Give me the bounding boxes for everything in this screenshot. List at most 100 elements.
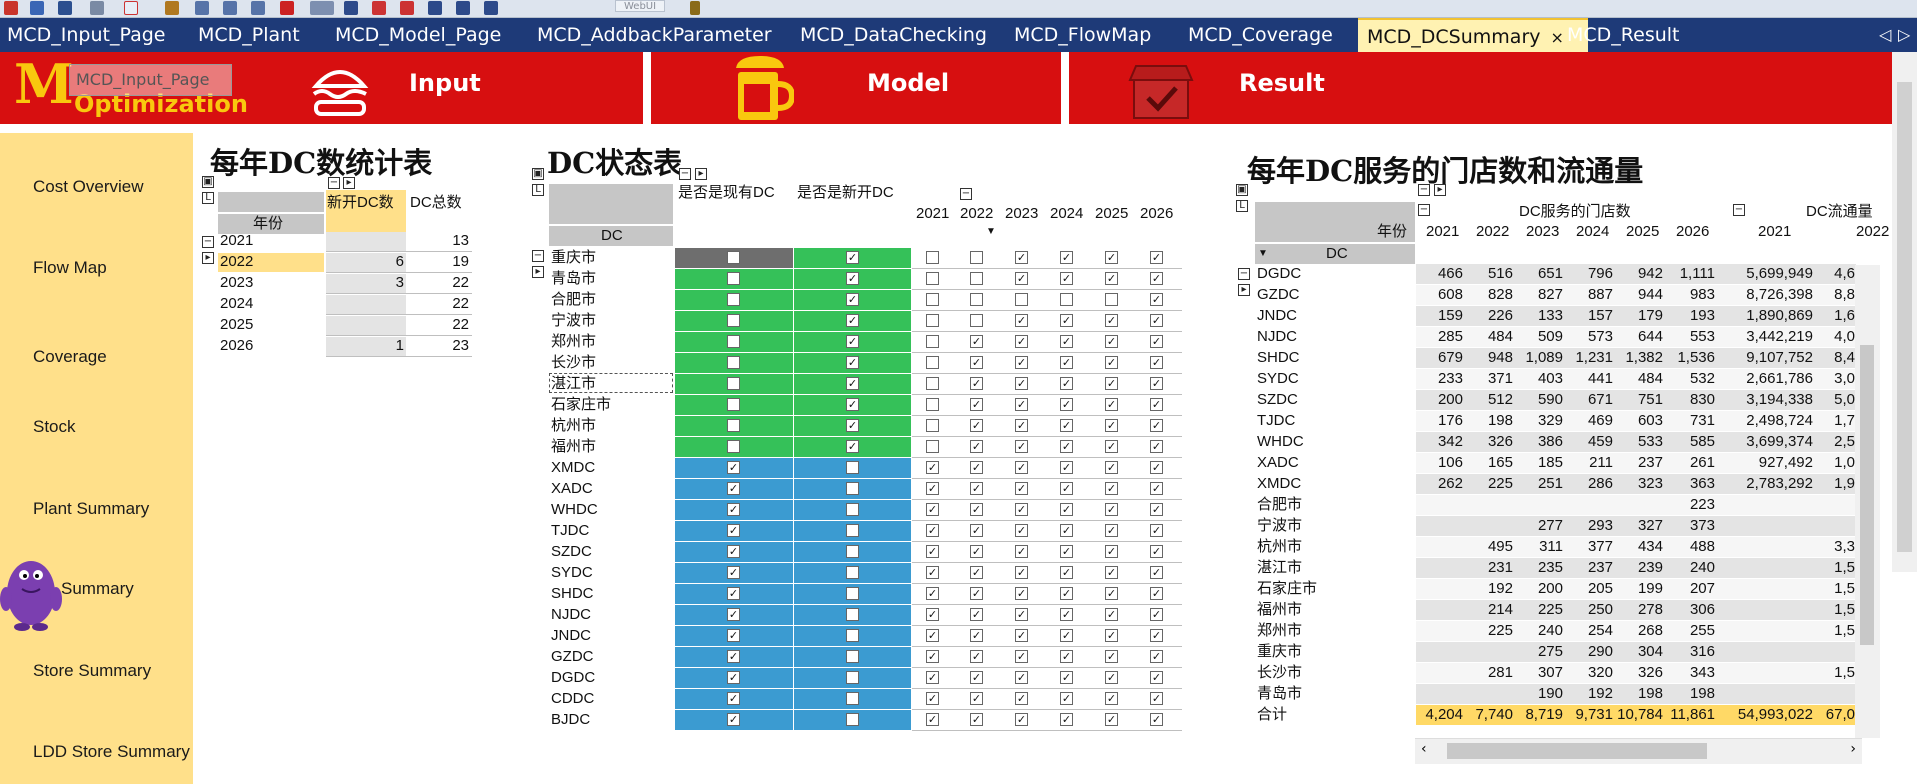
year-checkbox[interactable] (970, 293, 983, 306)
new-checkbox[interactable] (846, 629, 859, 642)
dc-name-cell[interactable]: 郑州市 (1257, 621, 1302, 641)
chart-icon[interactable] (4, 1, 18, 15)
doc-icon[interactable] (124, 1, 138, 15)
existing-checkbox[interactable]: ✓ (727, 524, 740, 537)
new-checkbox[interactable] (846, 545, 859, 558)
year-checkbox[interactable] (1060, 293, 1073, 306)
year-checkbox[interactable]: ✓ (1150, 692, 1163, 705)
new-checkbox[interactable] (846, 713, 859, 726)
year-checkbox[interactable]: ✓ (1105, 503, 1118, 516)
existing-checkbox[interactable] (727, 251, 740, 264)
window-icon[interactable] (456, 1, 470, 15)
year-checkbox[interactable] (926, 356, 939, 369)
year-checkbox[interactable]: ✓ (1015, 335, 1028, 348)
year-checkbox[interactable]: ✓ (1015, 713, 1028, 726)
new-checkbox[interactable]: ✓ (846, 314, 859, 327)
grid-icon[interactable] (428, 1, 442, 15)
dc-name-cell[interactable]: SZDC (551, 542, 592, 562)
scroll-thumb[interactable] (1897, 82, 1912, 552)
year-checkbox[interactable]: ✓ (1060, 440, 1073, 453)
year-checkbox[interactable]: ✓ (1150, 461, 1163, 474)
new-checkbox[interactable] (846, 650, 859, 663)
tab-mcd-datachecking[interactable]: MCD_DataChecking (800, 18, 987, 52)
year-checkbox[interactable]: ✓ (1060, 335, 1073, 348)
year-checkbox[interactable]: ✓ (1105, 629, 1118, 642)
year-checkbox[interactable]: ✓ (1150, 566, 1163, 579)
dc-name-cell[interactable]: TJDC (1257, 411, 1295, 431)
year-checkbox[interactable]: ✓ (1015, 671, 1028, 684)
result-nav-label[interactable]: Result (1239, 69, 1325, 97)
year-checkbox[interactable]: ✓ (926, 608, 939, 621)
year-checkbox[interactable]: ✓ (970, 671, 983, 684)
new-checkbox[interactable]: ✓ (846, 440, 859, 453)
cut-icon[interactable] (195, 1, 209, 15)
new-checkbox[interactable]: ✓ (846, 293, 859, 306)
key-icon[interactable] (690, 1, 700, 15)
year-checkbox[interactable]: ✓ (1015, 587, 1028, 600)
year-checkbox[interactable]: ✓ (1015, 419, 1028, 432)
new-checkbox[interactable] (846, 482, 859, 495)
dc-name-cell[interactable]: 杭州市 (551, 416, 596, 436)
tool-icon[interactable] (30, 1, 44, 15)
existing-checkbox[interactable]: ✓ (727, 545, 740, 558)
delete-icon[interactable] (280, 1, 294, 15)
year-checkbox[interactable] (926, 251, 939, 264)
undo-icon[interactable] (90, 1, 104, 15)
year-checkbox[interactable]: ✓ (1105, 671, 1118, 684)
year-checkbox[interactable]: ✓ (970, 692, 983, 705)
year-checkbox[interactable]: ✓ (1105, 650, 1118, 663)
year-checkbox[interactable]: ✓ (926, 629, 939, 642)
year-checkbox[interactable]: ✓ (1105, 377, 1118, 390)
year-checkbox[interactable]: ✓ (1060, 272, 1073, 285)
dc-name-cell[interactable]: 郑州市 (551, 332, 596, 352)
dc-name-cell[interactable]: NJDC (1257, 327, 1297, 347)
dc-name-cell[interactable]: 福州市 (551, 437, 596, 457)
year-checkbox[interactable]: ✓ (1105, 587, 1118, 600)
collapse-icon[interactable]: − (532, 250, 544, 262)
new-checkbox[interactable] (846, 671, 859, 684)
year-checkbox[interactable]: ✓ (1150, 482, 1163, 495)
year-checkbox[interactable]: ✓ (926, 671, 939, 684)
existing-checkbox[interactable]: ✓ (727, 503, 740, 516)
year-checkbox[interactable]: ✓ (970, 713, 983, 726)
year-checkbox[interactable]: ✓ (1105, 692, 1118, 705)
year-checkbox[interactable]: ✓ (926, 482, 939, 495)
year-cell[interactable]: 2024 (220, 294, 253, 314)
year-checkbox[interactable]: ✓ (926, 524, 939, 537)
collapse-icon[interactable]: − (1418, 184, 1430, 196)
year-checkbox[interactable]: ✓ (1060, 524, 1073, 537)
existing-checkbox[interactable] (727, 377, 740, 390)
existing-checkbox[interactable] (727, 440, 740, 453)
sidebar-item-store-summary[interactable]: Store Summary (33, 661, 151, 681)
tab-mcd-plant[interactable]: MCD_Plant (198, 18, 300, 52)
year-checkbox[interactable]: ✓ (1150, 545, 1163, 558)
new-checkbox[interactable]: ✓ (846, 251, 859, 264)
year-checkbox[interactable]: ✓ (970, 608, 983, 621)
year-checkbox[interactable]: ✓ (970, 356, 983, 369)
new-checkbox[interactable] (846, 524, 859, 537)
dc-name-cell[interactable]: 长沙市 (1257, 663, 1302, 683)
tab-scroll-left-icon[interactable]: ◁ (1879, 18, 1891, 52)
dc-name-cell[interactable]: 青岛市 (1257, 684, 1302, 704)
new-checkbox[interactable] (846, 587, 859, 600)
year-checkbox[interactable]: ✓ (1060, 419, 1073, 432)
burger-icon[interactable] (310, 60, 370, 120)
year-checkbox[interactable]: ✓ (1105, 608, 1118, 621)
year-checkbox[interactable]: ✓ (1060, 587, 1073, 600)
dc-name-cell[interactable]: 福州市 (1257, 600, 1302, 620)
existing-checkbox[interactable] (727, 335, 740, 348)
dc-name-cell[interactable]: 湛江市 (1257, 558, 1302, 578)
drill-icon[interactable]: ▸ (695, 168, 707, 180)
horizontal-scrollbar[interactable]: ‹ › (1415, 738, 1862, 764)
year-checkbox[interactable]: ✓ (1150, 272, 1163, 285)
sidebar-item-cost-overview[interactable]: Cost Overview (33, 177, 144, 197)
tab-close-icon[interactable]: × (1551, 28, 1564, 47)
dc-name-cell[interactable]: SYDC (551, 563, 593, 583)
checkbox-report-icon[interactable] (1128, 56, 1194, 122)
year-checkbox[interactable] (926, 419, 939, 432)
dc-name-cell[interactable]: SHDC (1257, 348, 1300, 368)
collapse-icon[interactable]: − (960, 188, 972, 200)
year-checkbox[interactable]: ✓ (926, 692, 939, 705)
page-vertical-scrollbar[interactable] (1892, 52, 1917, 572)
year-checkbox[interactable] (926, 398, 939, 411)
